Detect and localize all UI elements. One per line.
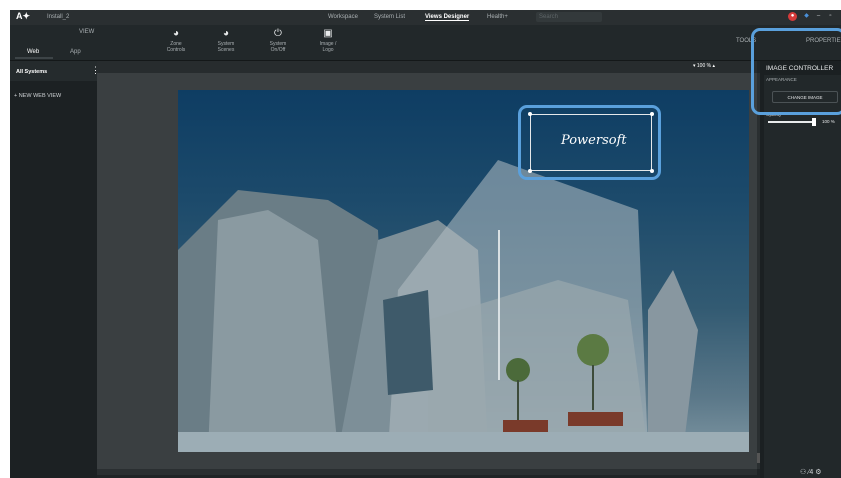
search-input[interactable]: Search <box>536 12 602 22</box>
system-scenes-button[interactable]: ◕ System Scenes <box>206 28 246 54</box>
zone-controls-label: Zone Controls <box>166 41 186 53</box>
sidebar-item-all-systems[interactable]: All Systems <box>10 61 97 81</box>
resize-handle-bottom-right[interactable] <box>650 169 654 173</box>
zone-controls-button[interactable]: ◕ Zone Controls <box>156 28 196 54</box>
powersoft-logo-text: Powersoft <box>561 133 627 148</box>
zone-controls-icon: ◕ <box>172 28 180 39</box>
zoom-value: 100 % <box>696 63 712 69</box>
app-logo: A✦ <box>16 11 31 21</box>
system-scenes-label: System Scenes <box>217 41 235 53</box>
status-bar-icons: ⚇ ⁄4 ⚙ <box>800 468 822 476</box>
minimize-icon[interactable]: – <box>814 12 823 21</box>
resize-handle-top-right[interactable] <box>650 112 654 116</box>
user-icon[interactable]: ⚇ <box>800 469 806 476</box>
sidebar: All Systems ⋮ + NEW WEB VIEW <box>10 61 100 478</box>
background-image[interactable] <box>178 90 749 452</box>
all-systems-label: All Systems <box>16 69 48 75</box>
system-onoff-button[interactable]: ⏻ System On/Off <box>258 28 298 54</box>
tab-app[interactable]: App <box>70 49 81 55</box>
toolbar: VIEW Web App ◕ Zone Controls ◕ System Sc… <box>10 25 841 61</box>
notifications-count-icon[interactable]: ⁄4 <box>808 469 813 476</box>
properties-highlight-frame <box>751 28 841 115</box>
power-icon: ⏻ <box>274 28 282 39</box>
zoom-in-icon[interactable]: ▴ <box>711 63 715 69</box>
web-tab-indicator <box>15 57 53 59</box>
menu-views-designer[interactable]: Views Designer <box>425 14 470 21</box>
menu-workspace[interactable]: Workspace <box>328 14 358 20</box>
project-name[interactable]: Install_2 <box>47 14 69 20</box>
resize-handle-bottom-left[interactable] <box>528 169 532 173</box>
zoom-control[interactable]: ▾ 100 % ▴ <box>693 63 715 69</box>
canvas-header: ▾ 100 % ▴ <box>97 61 757 73</box>
horizontal-scrollbar[interactable] <box>97 469 757 475</box>
notification-icon[interactable]: ● <box>788 12 797 21</box>
new-web-view-button[interactable]: + NEW WEB VIEW <box>14 93 61 99</box>
opacity-slider-track[interactable] <box>768 121 814 123</box>
system-scenes-icon: ◕ <box>222 28 230 39</box>
properties-panel: IMAGE CONTROLLER APPEARANCE CHANGE IMAGE… <box>760 61 841 478</box>
opacity-slider-handle[interactable] <box>812 118 816 126</box>
building-illustration <box>178 160 749 452</box>
resize-handle-top-left[interactable] <box>528 112 532 116</box>
menu-health-plus[interactable]: Health+ <box>487 14 508 20</box>
image-logo-button[interactable]: ▣ Image / Logo <box>308 28 348 54</box>
title-bar: A✦ Install_2 Workspace System List Views… <box>10 10 841 25</box>
menu-system-list[interactable]: System List <box>374 14 405 20</box>
bird-icon[interactable]: ◆ <box>802 12 811 21</box>
system-onoff-label: System On/Off <box>269 41 287 53</box>
tab-web[interactable]: Web <box>27 49 39 55</box>
image-controller-panel: IMAGE CONTROLLER APPEARANCE CHANGE IMAGE… <box>764 65 841 478</box>
image-icon: ▣ <box>323 28 333 39</box>
restore-icon[interactable]: ▫ <box>826 12 835 21</box>
view-label: VIEW <box>79 29 95 35</box>
logo-selection-frame[interactable]: Powersoft <box>518 105 661 180</box>
opacity-value: 100 % <box>822 119 835 124</box>
image-logo-label: Image / Logo <box>319 41 337 53</box>
app-window: A✦ Install_2 Workspace System List Views… <box>10 10 841 478</box>
settings-icon[interactable]: ⚙ <box>815 469 821 476</box>
logo-element[interactable]: Powersoft <box>528 112 654 173</box>
design-canvas[interactable]: ▾ 100 % ▴ Powersoft <box>97 61 757 469</box>
